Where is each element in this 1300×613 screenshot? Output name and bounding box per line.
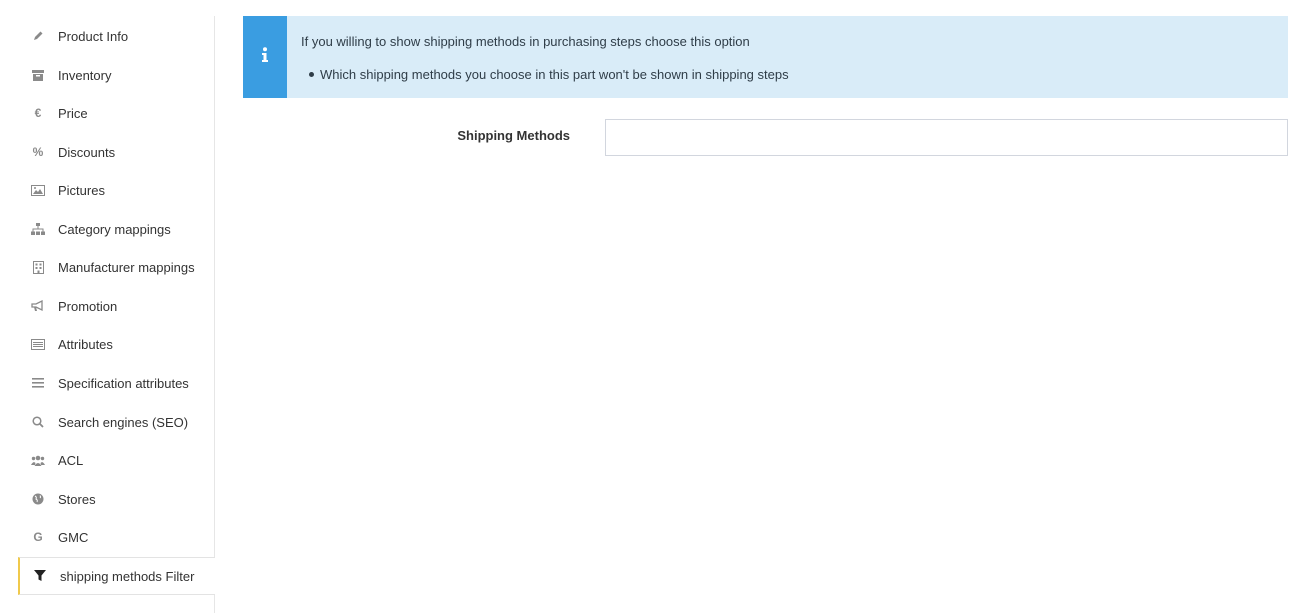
info-alert: If you willing to show shipping methods … bbox=[243, 16, 1288, 98]
sidebar-item-label: GMC bbox=[58, 529, 89, 545]
sidebar-item-inventory[interactable]: Inventory bbox=[18, 56, 215, 94]
alert-message: If you willing to show shipping methods … bbox=[301, 34, 750, 49]
bullet-dot bbox=[309, 72, 314, 78]
shipping-methods-input[interactable] bbox=[605, 119, 1288, 156]
sidebar-item-label: Inventory bbox=[58, 67, 112, 83]
sidebar-item-manufacturer-mappings[interactable]: Manufacturer mappings bbox=[18, 248, 215, 286]
sidebar-item-label: Stores bbox=[58, 491, 96, 507]
sidebar-item-product-info[interactable]: Product Info bbox=[18, 17, 215, 55]
sidebar-item-gmc[interactable]: G GMC bbox=[18, 518, 215, 556]
pencil-icon bbox=[18, 30, 58, 42]
sidebar-item-discounts[interactable]: % Discounts bbox=[18, 133, 215, 171]
bullhorn-icon bbox=[18, 300, 58, 312]
sidebar-item-price[interactable]: € Price bbox=[18, 94, 215, 132]
globe-icon bbox=[18, 493, 58, 505]
sidebar-item-stores[interactable]: Stores bbox=[18, 480, 215, 518]
percent-icon: % bbox=[32, 145, 44, 159]
filter-icon bbox=[20, 570, 60, 582]
euro-icon: € bbox=[34, 106, 42, 120]
sidebar-item-seo[interactable]: Search engines (SEO) bbox=[18, 403, 215, 441]
users-icon bbox=[18, 455, 58, 466]
google-icon: G bbox=[33, 530, 43, 544]
archive-icon bbox=[18, 69, 58, 81]
sidebar-item-label: ACL bbox=[58, 452, 84, 468]
sitemap-icon bbox=[18, 223, 58, 235]
sidebar-item-promotion[interactable]: Promotion bbox=[18, 287, 215, 325]
sidebar-item-label: Product Info bbox=[58, 28, 129, 44]
sidebar-item-label: Attributes bbox=[58, 336, 113, 352]
info-icon bbox=[261, 46, 269, 68]
sidebar-item-label: shipping methods Filter bbox=[60, 568, 195, 584]
sidebar-item-label: Price bbox=[58, 105, 88, 121]
sidebar-item-label: Specification attributes bbox=[58, 375, 189, 391]
sidebar-item-shipping-methods-filter[interactable]: shipping methods Filter bbox=[18, 557, 215, 595]
alert-icon-box bbox=[243, 16, 287, 98]
sidebar-item-label: Search engines (SEO) bbox=[58, 414, 189, 430]
sidebar-item-label: Category mappings bbox=[58, 221, 171, 237]
sidebar-item-label: Promotion bbox=[58, 298, 118, 314]
alert-bullet-item: Which shipping methods you choose in thi… bbox=[301, 67, 789, 82]
sidebar-item-specification-attributes[interactable]: Specification attributes bbox=[18, 364, 215, 402]
sidebar-item-label: Discounts bbox=[58, 144, 116, 160]
search-icon bbox=[18, 416, 58, 428]
sidebar-item-category-mappings[interactable]: Category mappings bbox=[18, 210, 215, 248]
sidebar-item-acl[interactable]: ACL bbox=[18, 441, 215, 479]
sidebar-item-label: Manufacturer mappings bbox=[58, 259, 195, 275]
sidebar-item-label: Pictures bbox=[58, 182, 105, 198]
sidebar-nav: Product Info Inventory € Price % Discoun… bbox=[18, 16, 215, 613]
sidebar-item-attributes[interactable]: Attributes bbox=[18, 325, 215, 363]
sidebar-item-pictures[interactable]: Pictures bbox=[18, 171, 215, 209]
alert-bullet-text: Which shipping methods you choose in thi… bbox=[320, 67, 789, 82]
picture-icon bbox=[18, 184, 58, 196]
shipping-methods-label: Shipping Methods bbox=[457, 128, 570, 143]
bars-icon bbox=[18, 378, 58, 388]
list-alt-icon bbox=[18, 338, 58, 350]
building-icon bbox=[18, 260, 58, 274]
